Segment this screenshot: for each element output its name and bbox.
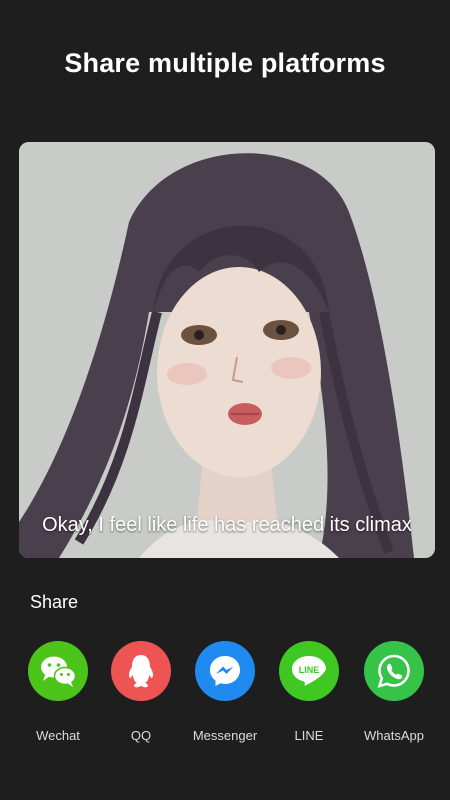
share-screen: Share multiple platforms Okay, I feel li… — [0, 0, 450, 800]
share-wechat-label: Wechat — [36, 728, 80, 743]
share-line-label: LINE — [294, 728, 324, 743]
share-options: Wechat QQ Messenger LINE LINE WhatsApp — [0, 641, 450, 751]
share-line-button[interactable]: LINE LINE — [264, 641, 354, 743]
svg-text:LINE: LINE — [299, 665, 320, 675]
preview-image: Okay, I feel like life has reached its c… — [19, 142, 435, 558]
share-messenger-label: Messenger — [192, 728, 258, 743]
share-qq-label: QQ — [130, 728, 152, 743]
wechat-icon — [28, 641, 88, 701]
share-wechat-button[interactable]: Wechat — [13, 641, 103, 743]
messenger-icon — [195, 641, 255, 701]
share-section-label: Share — [30, 592, 79, 612]
qq-icon — [111, 641, 171, 701]
whatsapp-icon — [364, 641, 424, 701]
page-title: Share multiple platforms — [64, 48, 386, 78]
share-whatsapp-button[interactable]: WhatsApp — [349, 641, 439, 743]
image-caption: Okay, I feel like life has reached its c… — [42, 514, 412, 536]
share-messenger-button[interactable]: Messenger — [180, 641, 270, 743]
share-whatsapp-label: WhatsApp — [364, 728, 424, 743]
line-icon: LINE — [279, 641, 339, 701]
illustration-girl — [19, 142, 435, 558]
share-qq-button[interactable]: QQ — [96, 641, 186, 743]
